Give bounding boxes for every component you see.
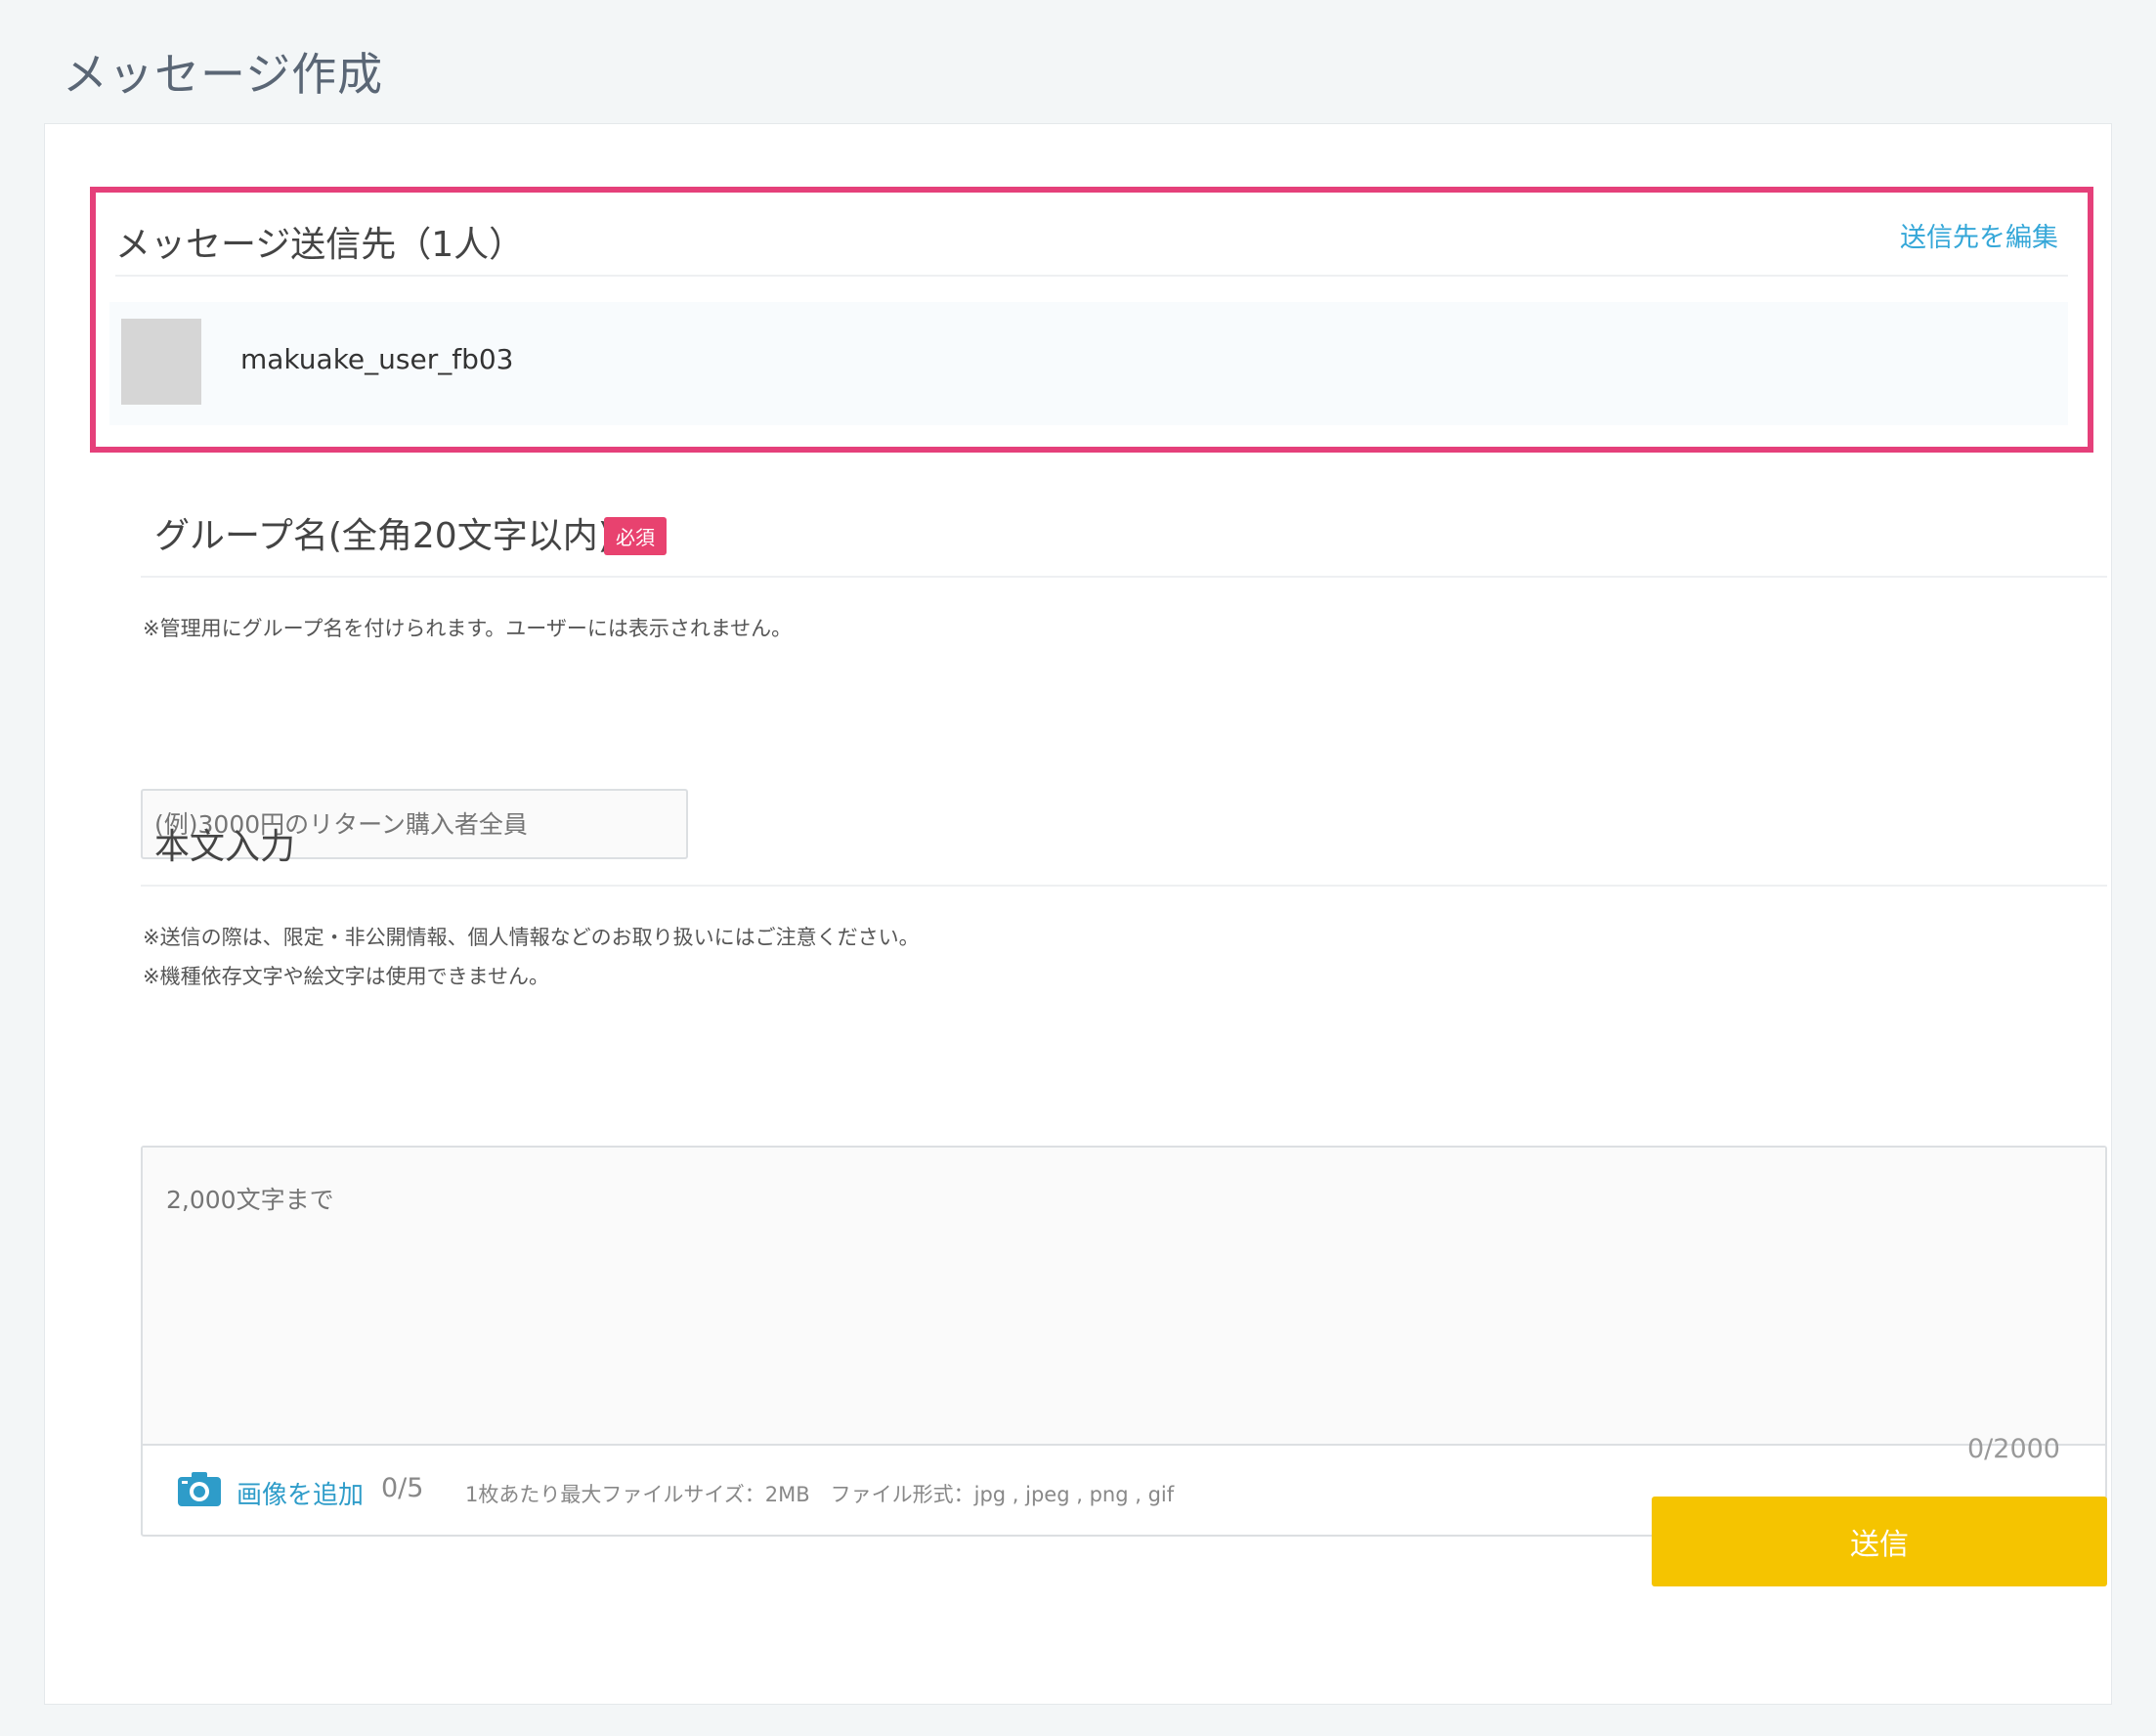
group-name-title: グループ名(全角20文字以内) <box>154 516 612 556</box>
file-info: 1枚あたり最大ファイルサイズ：2MB ファイル形式：jpg , jpeg , p… <box>465 1483 1175 1506</box>
group-note: ※管理用にグループ名を付けられます。ユーザーには表示されません。 <box>143 617 793 640</box>
recipients-panel: メッセージ送信先（1人） 送信先を編集 makuake_user_fb03 <box>90 187 2093 453</box>
body-note-privacy: ※送信の際は、限定・非公開情報、個人情報などのお取り扱いにはご注意ください。 <box>143 926 920 949</box>
send-button[interactable]: 送信 <box>1652 1497 2107 1586</box>
recipient-username: makuake_user_fb03 <box>240 343 514 375</box>
body-note-characters: ※機種依存文字や絵文字は使用できません。 <box>143 965 549 988</box>
group-divider <box>141 576 2107 578</box>
char-count: 0/2000 <box>1967 1434 2060 1464</box>
avatar <box>121 319 201 405</box>
recipients-title: メッセージ送信先（1人） <box>115 225 525 265</box>
page-title: メッセージ作成 <box>63 48 384 101</box>
body-textarea[interactable] <box>143 1148 2105 1446</box>
body-divider <box>141 885 2107 887</box>
recipient-row: makuake_user_fb03 <box>109 302 2068 425</box>
camera-icon[interactable] <box>178 1471 221 1506</box>
recipients-header: メッセージ送信先（1人） 送信先を編集 <box>115 202 2068 277</box>
edit-recipients-link[interactable]: 送信先を編集 <box>1900 216 2058 254</box>
add-image-button[interactable]: 画像を追加 <box>237 1475 364 1511</box>
body-title: 本文入力 <box>154 827 296 867</box>
compose-card: メッセージ送信先（1人） 送信先を編集 makuake_user_fb03 グル… <box>44 123 2112 1705</box>
required-badge: 必須 <box>604 517 667 555</box>
image-count: 0/5 <box>381 1473 424 1503</box>
body-editor: 画像を追加 0/5 1枚あたり最大ファイルサイズ：2MB ファイル形式：jpg … <box>141 1146 2107 1537</box>
